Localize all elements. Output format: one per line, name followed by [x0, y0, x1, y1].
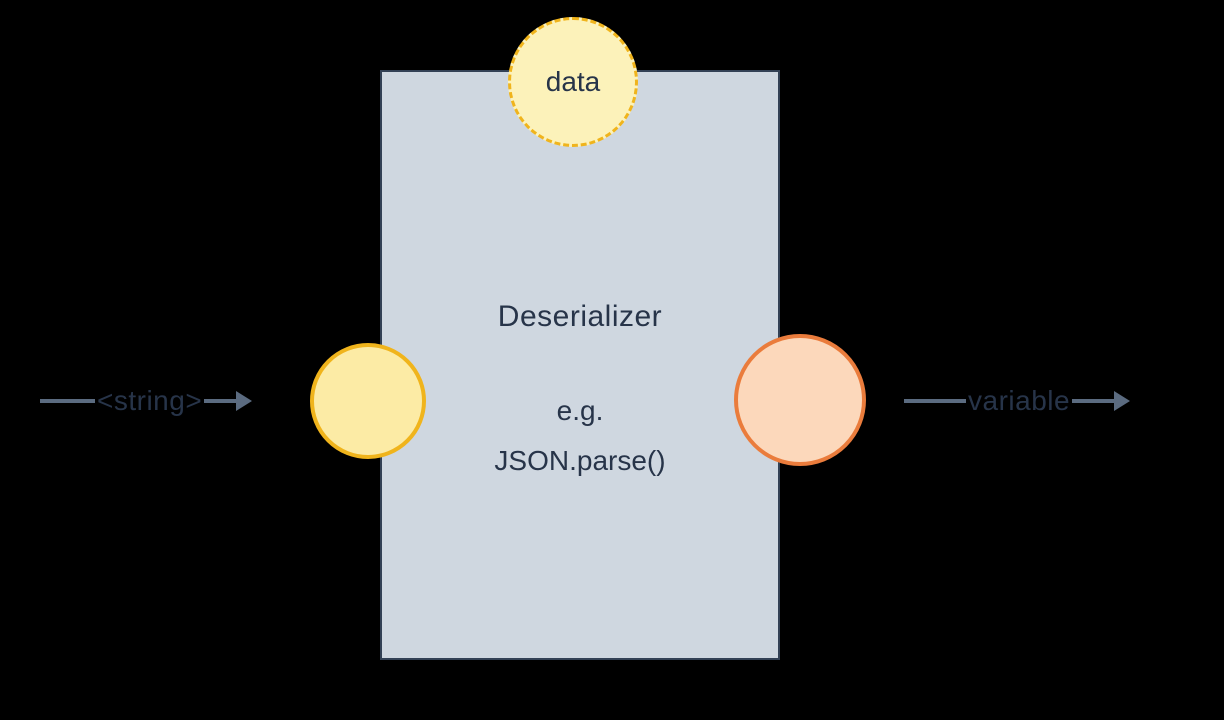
input-arrow-label: <string> [97, 385, 202, 417]
arrow-line-icon [904, 399, 966, 403]
arrow-line-icon [204, 399, 236, 403]
arrow-head-icon [236, 391, 252, 411]
input-arrow: <string> [40, 385, 252, 417]
box-title: Deserializer [380, 300, 780, 334]
arrow-line-icon [40, 399, 95, 403]
arrow-head-icon [1114, 391, 1130, 411]
deserializer-box [380, 70, 780, 660]
diagram-stage: Deserializer e.g. JSON.parse() data <str… [0, 0, 1224, 720]
box-example-code: JSON.parse() [380, 445, 780, 477]
box-example-prefix: e.g. [380, 395, 780, 427]
output-arrow: variable [904, 385, 1130, 417]
output-arrow-label: variable [968, 385, 1070, 417]
output-node [734, 334, 866, 466]
data-node: data [508, 17, 638, 147]
input-node [310, 343, 426, 459]
arrow-line-icon [1072, 399, 1114, 403]
data-node-label: data [546, 66, 601, 98]
